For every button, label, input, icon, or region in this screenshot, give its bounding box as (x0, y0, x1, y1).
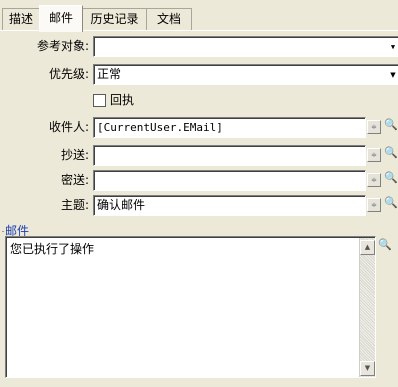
tab-history[interactable]: 历史记录 (82, 8, 147, 31)
reference-label: 参考对象: (36, 39, 89, 53)
magnifier-icon[interactable]: 🔍 (384, 195, 398, 211)
mail-body-text: 您已执行了操作 (10, 242, 95, 256)
tab-description[interactable]: 描述 (2, 8, 40, 31)
triangle-down-icon[interactable]: ▼ (389, 40, 397, 54)
receipt-checkbox[interactable] (93, 94, 106, 107)
to-field[interactable]: [CurrentUser.EMail] (93, 117, 366, 138)
receipt-label: 回执 (110, 93, 135, 107)
tab-mail[interactable]: 邮件 (39, 5, 83, 32)
spin-arrows-icon[interactable]: ≑ (367, 173, 381, 187)
mail-body-textarea[interactable]: 您已执行了操作 ▲ ▼ (5, 236, 376, 378)
subject-field[interactable]: 确认邮件 (93, 195, 366, 216)
priority-value: 正常 (97, 67, 122, 81)
spin-arrows-icon[interactable]: ≑ (367, 148, 381, 162)
tab-documents[interactable]: 文档 (146, 8, 192, 31)
priority-label: 优先级: (48, 67, 89, 81)
magnifier-icon[interactable]: 🔍 (384, 117, 398, 133)
priority-select[interactable]: 正常 ▼ (93, 64, 398, 85)
tab-bar: 描述 邮件 历史记录 文档 (0, 0, 398, 32)
magnifier-icon[interactable]: 🔍 (384, 170, 398, 186)
bcc-field[interactable] (93, 170, 366, 191)
spin-arrows-icon[interactable]: ≑ (367, 198, 381, 212)
scroll-up-icon[interactable]: ▲ (360, 240, 375, 255)
bcc-label: 密送: (60, 173, 89, 187)
magnifier-icon[interactable]: 🔍 (378, 237, 392, 253)
cc-field[interactable] (93, 145, 366, 166)
scroll-down-icon[interactable]: ▼ (360, 361, 375, 376)
group-border (2, 231, 4, 232)
triangle-down-icon[interactable]: ▼ (389, 68, 397, 82)
reference-select[interactable]: ▼ (93, 36, 398, 57)
magnifier-icon[interactable]: 🔍 (384, 145, 398, 161)
cc-label: 抄送: (60, 148, 89, 162)
spin-arrows-icon[interactable]: ≑ (367, 120, 381, 134)
subject-label: 主题: (60, 198, 89, 212)
vertical-scrollbar[interactable]: ▲ ▼ (359, 238, 375, 377)
to-label: 收件人: (48, 120, 89, 134)
